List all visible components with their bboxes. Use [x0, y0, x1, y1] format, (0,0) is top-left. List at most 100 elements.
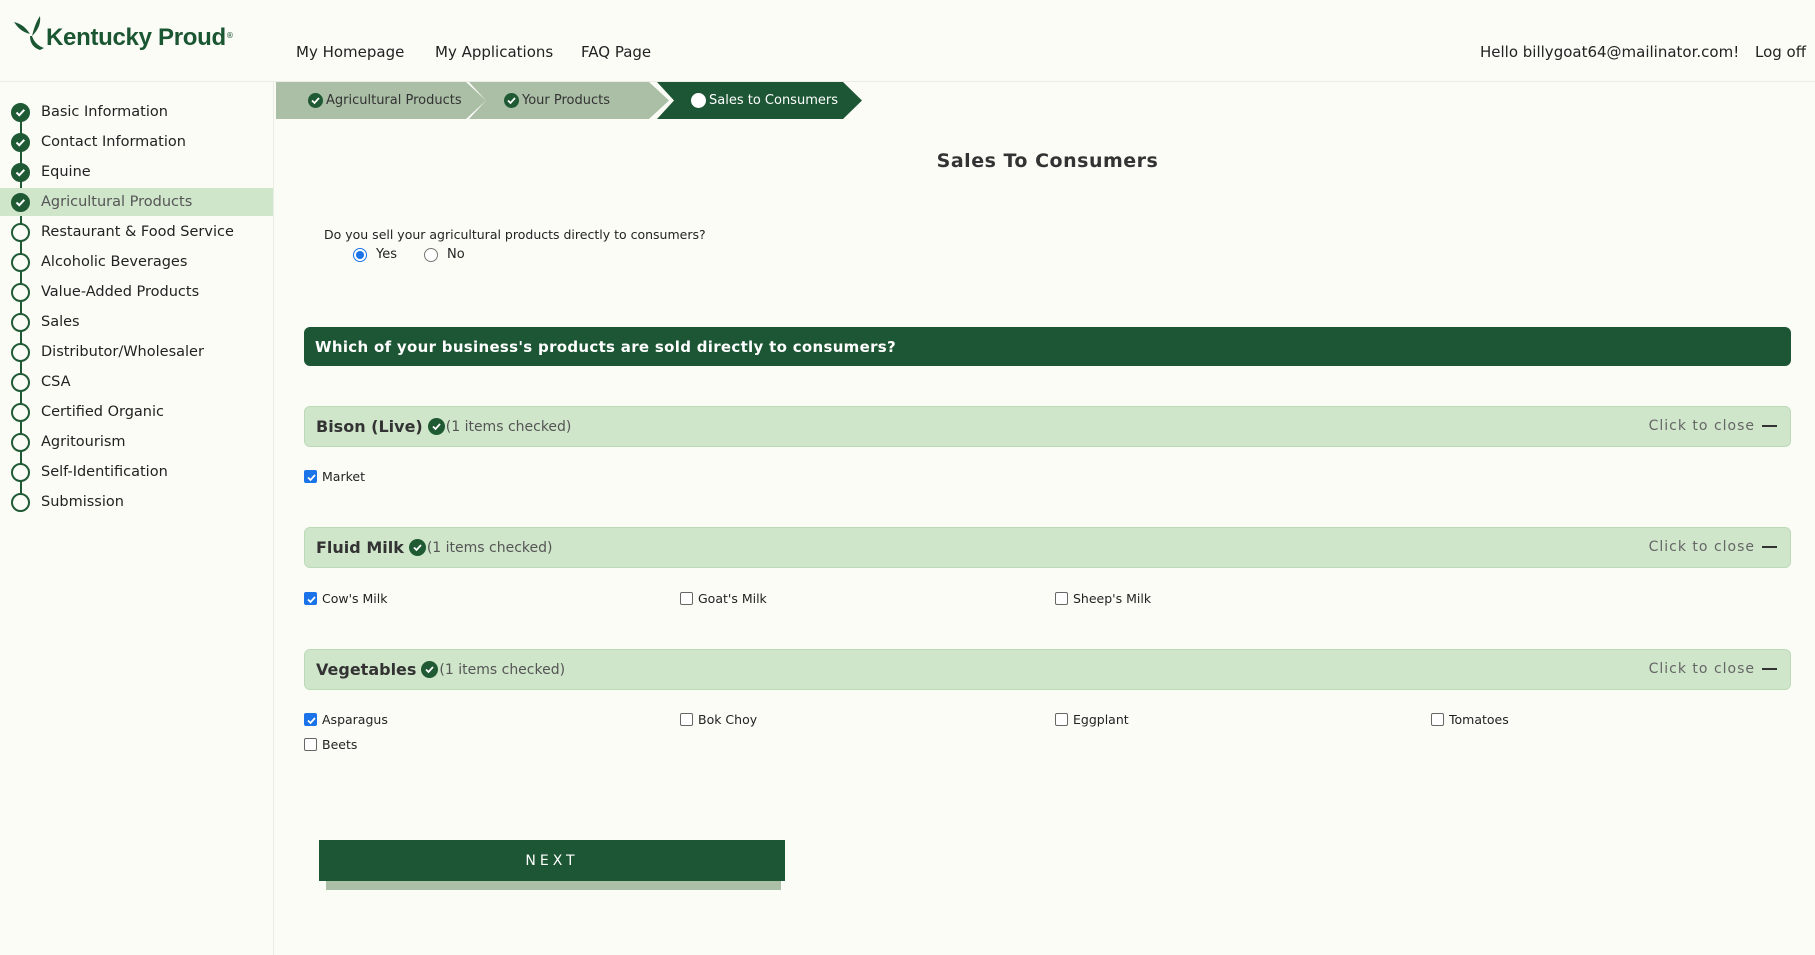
header: Kentucky Proud ® My Homepage My Applicat… [0, 0, 1815, 82]
checkbox-label: Market [322, 469, 365, 484]
checkbox-market[interactable]: Market [304, 469, 365, 484]
group-header-fluid-milk[interactable]: Fluid Milk (1 items checked) Click to cl… [304, 527, 1791, 568]
next-button[interactable]: NEXT [319, 840, 785, 881]
checkbox-label: Bok Choy [698, 712, 758, 727]
collapse-label: Click to close [1648, 661, 1755, 677]
group-header-bison[interactable]: Bison (Live) (1 items checked) Click to … [304, 406, 1791, 447]
sidebar-item-label: Sales [41, 314, 80, 330]
checkbox[interactable] [1431, 713, 1444, 726]
sidebar-item-label: Agricultural Products [41, 194, 193, 210]
sidebar-item-agricultural-products[interactable]: Agricultural Products [0, 188, 273, 216]
kentucky-proud-logo[interactable]: Kentucky Proud ® [10, 14, 234, 54]
checkbox-bok-choy[interactable]: Bok Choy [680, 712, 757, 727]
user-greeting: Hello billygoat64@mailinator.com! [1480, 43, 1740, 61]
breadcrumb-your-products[interactable]: Your Products [469, 82, 669, 119]
sidebar-item-label: Equine [41, 164, 91, 180]
sidebar-item-submission[interactable]: Submission [0, 488, 273, 516]
sidebar-item-label: CSA [41, 374, 71, 390]
section-header: Which of your business's products are so… [304, 327, 1791, 366]
check-circle-icon [11, 102, 30, 122]
breadcrumb-label: Sales to Consumers [709, 93, 838, 108]
checkbox[interactable] [680, 713, 693, 726]
checkbox-tomatoes[interactable]: Tomatoes [1431, 712, 1509, 727]
sidebar-item-sales[interactable]: Sales [0, 308, 273, 336]
collapse-toggle[interactable]: Click to close [1649, 418, 1777, 434]
radio-yes-label: Yes [376, 247, 397, 262]
check-circle-icon [427, 418, 445, 435]
empty-circle-icon [11, 342, 30, 362]
radio-yes[interactable] [353, 247, 367, 262]
sidebar-item-distributor-wholesaler[interactable]: Distributor/Wholesaler [0, 338, 273, 366]
nav-faq-page[interactable]: FAQ Page [581, 43, 651, 61]
log-off-link[interactable]: Log off [1755, 43, 1806, 61]
checkbox-cows-milk[interactable]: Cow's Milk [304, 591, 388, 606]
sidebar-item-label: Distributor/Wholesaler [41, 344, 204, 360]
checkbox[interactable] [304, 713, 317, 726]
sidebar-item-certified-organic[interactable]: Certified Organic [0, 398, 273, 426]
sidebar-item-restaurant-food-service[interactable]: Restaurant & Food Service [0, 218, 273, 246]
checkbox-label: Eggplant [1073, 712, 1129, 727]
empty-circle-icon [11, 252, 30, 272]
breadcrumb-agricultural-products[interactable]: Agricultural Products [276, 82, 486, 119]
checkbox-eggplant[interactable]: Eggplant [1055, 712, 1129, 727]
empty-circle-icon [11, 402, 30, 422]
empty-circle-icon [11, 312, 30, 332]
sidebar-item-self-identification[interactable]: Self-Identification [0, 458, 273, 486]
check-circle-icon [421, 661, 439, 678]
collapse-toggle[interactable]: Click to close [1649, 539, 1777, 555]
group-name: Bison (Live) [316, 417, 423, 436]
sidebar-item-agritourism[interactable]: Agritourism [0, 428, 273, 456]
checkbox-asparagus[interactable]: Asparagus [304, 712, 388, 727]
direct-sales-question: Do you sell your agricultural products d… [324, 227, 706, 242]
sidebar-item-contact-information[interactable]: Contact Information [0, 128, 273, 156]
collapse-label: Click to close [1648, 418, 1755, 434]
checkbox[interactable] [1055, 592, 1068, 605]
breadcrumb-label: Your Products [522, 93, 611, 108]
checkbox-goats-milk[interactable]: Goat's Milk [680, 591, 767, 606]
sidebar-item-basic-information[interactable]: Basic Information [0, 98, 273, 126]
checkbox[interactable] [304, 738, 317, 751]
group-name: Vegetables [316, 660, 417, 679]
collapse-toggle[interactable]: Click to close [1649, 661, 1777, 677]
radio-no-label: No [447, 247, 465, 262]
check-circle-icon [408, 539, 426, 556]
sidebar-item-csa[interactable]: CSA [0, 368, 273, 396]
sidebar-item-label: Basic Information [41, 104, 168, 120]
checkbox-label: Tomatoes [1449, 712, 1509, 727]
checkbox-label: Asparagus [322, 712, 388, 727]
checkbox-beets[interactable]: Beets [304, 737, 357, 752]
empty-circle-icon [11, 492, 30, 512]
checkbox-label: Beets [322, 737, 358, 752]
group-header-vegetables[interactable]: Vegetables (1 items checked) Click to cl… [304, 649, 1791, 690]
sidebar-item-label: Alcoholic Beverages [41, 254, 188, 270]
sidebar: Basic Information Contact Information Equi… [0, 82, 274, 955]
sidebar-item-label: Certified Organic [41, 404, 164, 420]
radio-no[interactable] [424, 247, 438, 262]
check-circle-icon [11, 132, 30, 152]
collapse-label: Click to close [1648, 539, 1755, 555]
sidebar-item-equine[interactable]: Equine [0, 158, 273, 186]
sidebar-item-label: Self-Identification [41, 464, 168, 480]
checkbox-sheeps-milk[interactable]: Sheep's Milk [1055, 591, 1151, 606]
current-step-circle-icon [691, 93, 706, 108]
sidebar-item-value-added-products[interactable]: Value-Added Products [0, 278, 273, 306]
group-item-count: (1 items checked) [439, 661, 566, 678]
check-circle-icon [11, 192, 30, 212]
minus-icon [1762, 546, 1777, 548]
breadcrumb-sales-to-consumers[interactable]: Sales to Consumers [657, 82, 862, 119]
sidebar-item-label: Contact Information [41, 134, 186, 150]
group-name: Fluid Milk [316, 538, 404, 557]
checkbox[interactable] [304, 470, 317, 483]
nav-my-homepage[interactable]: My Homepage [296, 43, 404, 61]
sidebar-item-label: Submission [41, 494, 124, 510]
page-title: Sales To Consumers [936, 150, 1159, 172]
sidebar-item-label: Agritourism [41, 434, 126, 450]
sidebar-item-label: Value-Added Products [41, 284, 200, 300]
nav-my-applications[interactable]: My Applications [435, 43, 553, 61]
sidebar-item-alcoholic-beverages[interactable]: Alcoholic Beverages [0, 248, 273, 276]
checkbox[interactable] [680, 592, 693, 605]
empty-circle-icon [11, 222, 30, 242]
checkbox[interactable] [304, 592, 317, 605]
checkbox[interactable] [1055, 713, 1068, 726]
group-item-count: (1 items checked) [445, 418, 572, 435]
